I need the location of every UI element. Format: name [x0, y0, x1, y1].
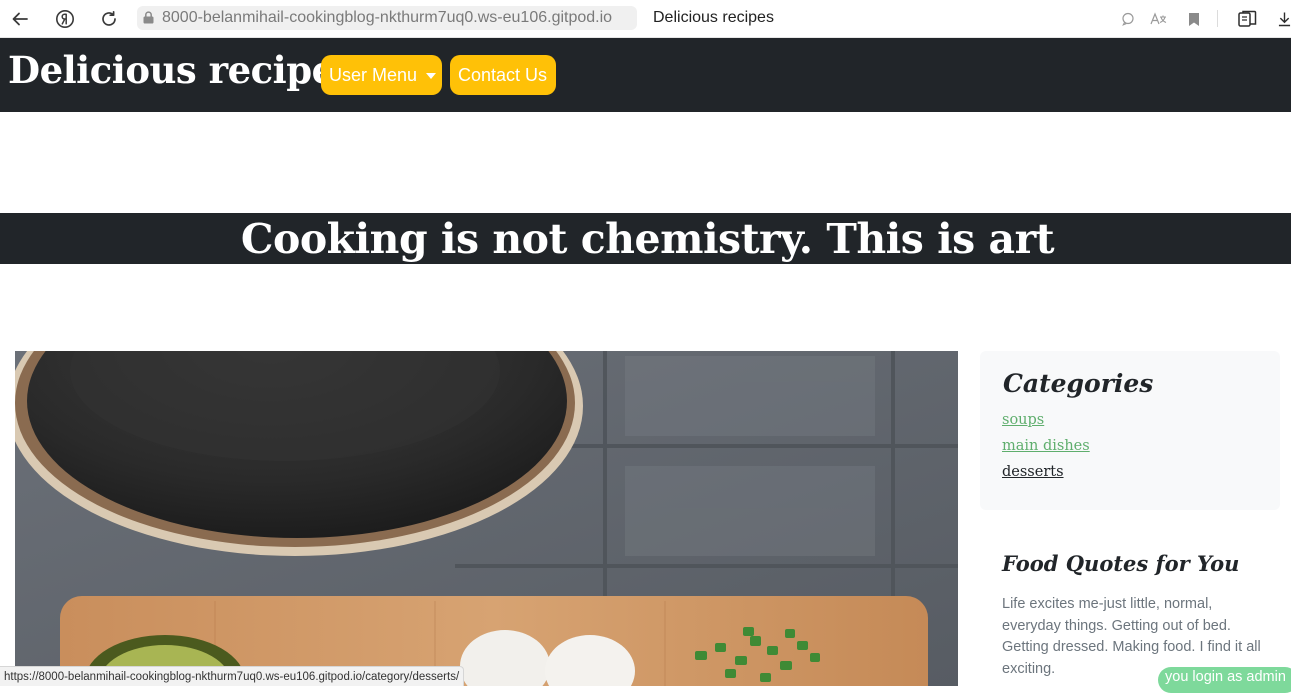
url-text: 8000-belanmihail-cookingblog-nkthurm7uq0… — [162, 9, 613, 26]
contact-us-label: Contact Us — [458, 64, 548, 85]
reload-icon[interactable] — [97, 7, 121, 31]
back-icon[interactable] — [8, 7, 32, 31]
site-navbar: Delicious recipes User Menu Contact Us — [0, 38, 1291, 112]
yandex-icon[interactable] — [53, 7, 77, 31]
bookmark-icon[interactable] — [1183, 8, 1205, 30]
status-bar-url: https://8000-belanmihail-cookingblog-nkt… — [0, 666, 465, 686]
user-menu-dropdown[interactable]: User Menu — [321, 55, 442, 95]
translate-icon[interactable] — [1148, 8, 1170, 30]
quotes-heading: Food Quotes for You — [1002, 551, 1240, 576]
category-link-main-dishes[interactable]: main dishes — [1002, 438, 1090, 454]
contact-us-button[interactable]: Contact Us — [450, 55, 556, 95]
recipe-photo — [15, 351, 958, 686]
login-toast: you login as admin — [1158, 667, 1291, 693]
hero-banner: Cooking is not chemistry. This is art — [0, 213, 1291, 264]
categories-card: Categories soups main dishes desserts — [980, 351, 1280, 510]
user-menu-label: User Menu — [329, 64, 418, 85]
category-link-soups[interactable]: soups — [1002, 412, 1044, 428]
hero-title: Cooking is not chemistry. This is art — [240, 214, 1055, 263]
category-link-desserts[interactable]: desserts — [1002, 464, 1064, 480]
caret-down-icon — [426, 72, 437, 79]
chat-icon[interactable] — [1117, 8, 1139, 30]
toolbar-divider — [1217, 10, 1218, 27]
browser-toolbar: 8000-belanmihail-cookingblog-nkthurm7uq0… — [0, 0, 1291, 38]
brand-logo[interactable]: Delicious recipes — [8, 48, 355, 92]
categories-heading: Categories — [1003, 369, 1154, 398]
download-icon[interactable] — [1278, 8, 1291, 30]
collections-icon[interactable] — [1236, 8, 1258, 30]
lock-icon[interactable] — [143, 9, 154, 28]
address-bar[interactable]: 8000-belanmihail-cookingblog-nkthurm7uq0… — [137, 6, 637, 30]
tab-title: Delicious recipes — [653, 9, 774, 26]
